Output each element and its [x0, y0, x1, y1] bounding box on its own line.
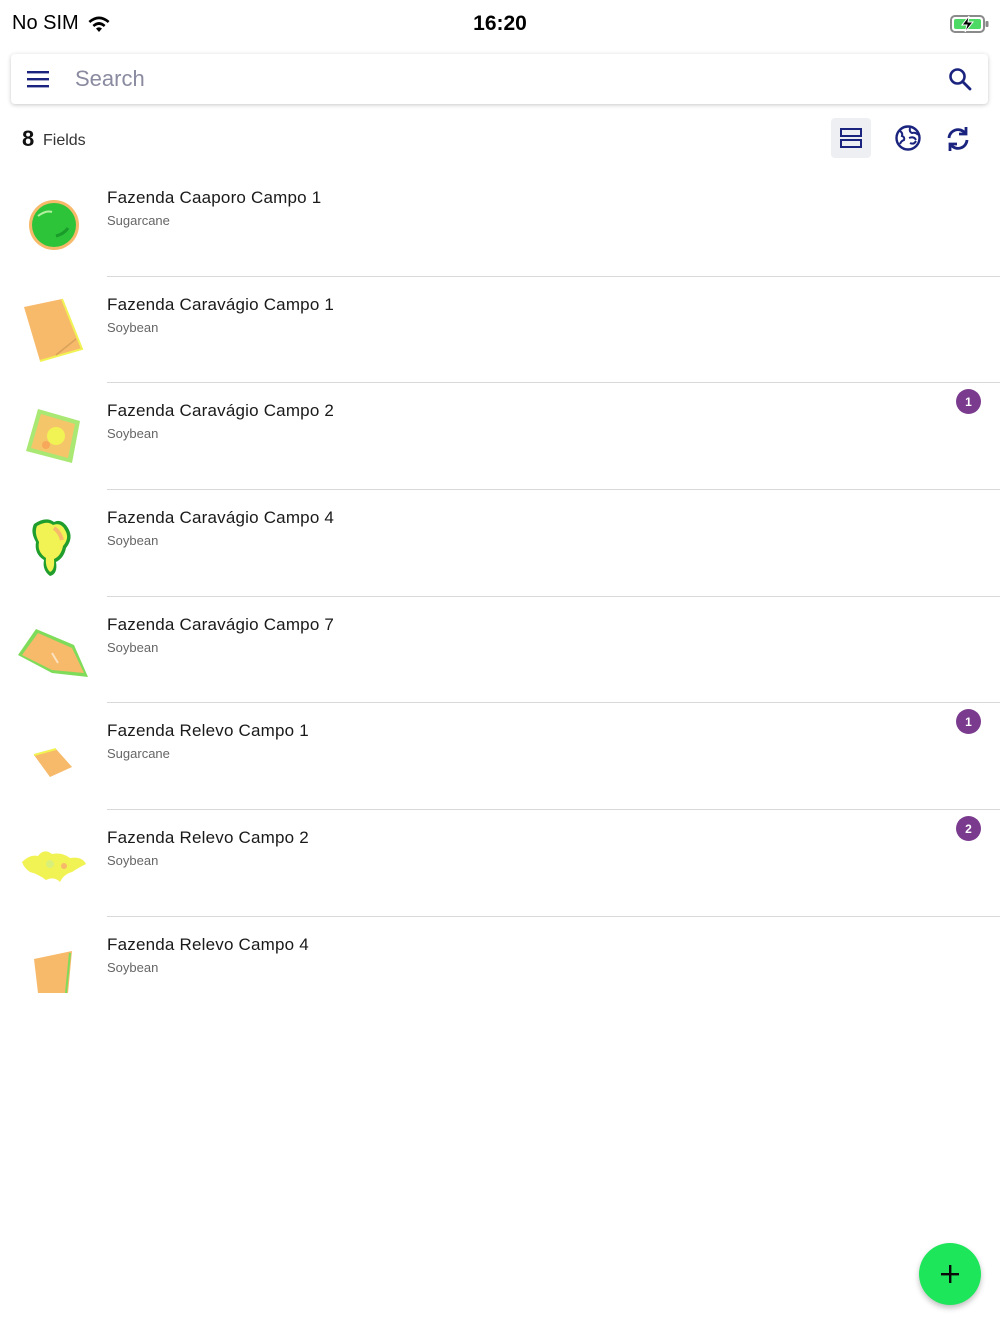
field-crop: Sugarcane	[107, 213, 170, 228]
field-crop: Sugarcane	[107, 746, 170, 762]
field-list-item[interactable]: Fazenda Caravágio Campo 1 Soybean	[0, 277, 1000, 384]
field-list-item[interactable]: Fazenda Caravágio Campo 7 Soybean	[0, 597, 1000, 704]
search-input[interactable]	[75, 62, 915, 96]
field-thumbnail-icon	[34, 950, 72, 993]
field-name: Fazenda Relevo Campo 4	[107, 934, 309, 954]
field-crop: Soybean	[107, 319, 159, 335]
fields-label: Fields	[43, 132, 86, 149]
field-crop: Soybean	[107, 426, 159, 442]
field-thumbnail-icon	[32, 519, 71, 577]
field-thumbnail-icon	[29, 200, 79, 250]
status-bar: No SIM 16:20	[0, 0, 1000, 50]
notification-badge: 2	[956, 816, 981, 842]
field-name: Fazenda Caaporo Campo 1	[107, 188, 322, 207]
field-name: Fazenda Caravágio Campo 2	[107, 401, 335, 421]
notification-badge: 1	[956, 709, 981, 735]
field-list-item[interactable]: Fazenda Relevo Campo 4 Soybean	[0, 917, 1000, 1024]
field-list-item[interactable]: Fazenda Relevo Campo 1 Sugarcane 1	[0, 703, 1000, 811]
fields-count: 8	[22, 126, 35, 151]
field-name: Fazenda Relevo Campo 1	[107, 721, 309, 741]
menu-icon[interactable]	[27, 68, 49, 90]
sync-icon[interactable]	[943, 124, 973, 154]
battery-icon	[950, 15, 989, 33]
field-crop: Soybean	[107, 959, 159, 975]
field-thumbnail-icon	[24, 298, 84, 362]
status-time: 16:20	[473, 12, 527, 35]
add-field-button[interactable]	[919, 1243, 981, 1305]
add-icon	[941, 1265, 959, 1283]
fields-list: Fazenda Caaporo Campo 1 Sugarcane Fazend…	[0, 170, 1000, 1024]
fields-summary: 8 Fields	[0, 116, 1000, 162]
field-list-item[interactable]: Fazenda Relevo Campo 2 Soybean 2	[0, 810, 1000, 917]
field-list-item[interactable]: Fazenda Caravágio Campo 4 Soybean	[0, 490, 1000, 597]
field-name: Fazenda Caravágio Campo 4	[107, 508, 335, 528]
view-toggle-button[interactable]	[831, 118, 871, 158]
field-name: Fazenda Caravágio Campo 7	[107, 614, 335, 634]
list-view-icon	[840, 128, 862, 148]
field-thumbnail-icon	[26, 409, 80, 464]
field-list-item[interactable]: Fazenda Caravágio Campo 2 Soybean 1	[0, 383, 1000, 491]
field-crop: Soybean	[107, 533, 159, 549]
field-name: Fazenda Caravágio Campo 1	[107, 294, 335, 314]
field-thumbnail-icon	[22, 851, 86, 883]
field-crop: Soybean	[107, 853, 159, 869]
notification-badge: 1	[956, 389, 981, 415]
field-crop: Soybean	[107, 639, 159, 655]
search-bar	[11, 54, 988, 104]
globe-sync-icon[interactable]	[894, 124, 922, 152]
field-name: Fazenda Relevo Campo 2	[107, 828, 309, 848]
field-thumbnail-icon	[33, 748, 72, 778]
field-thumbnail-icon	[18, 628, 88, 677]
field-list-item[interactable]: Fazenda Caaporo Campo 1 Sugarcane	[0, 170, 1000, 277]
search-icon[interactable]	[948, 67, 972, 91]
